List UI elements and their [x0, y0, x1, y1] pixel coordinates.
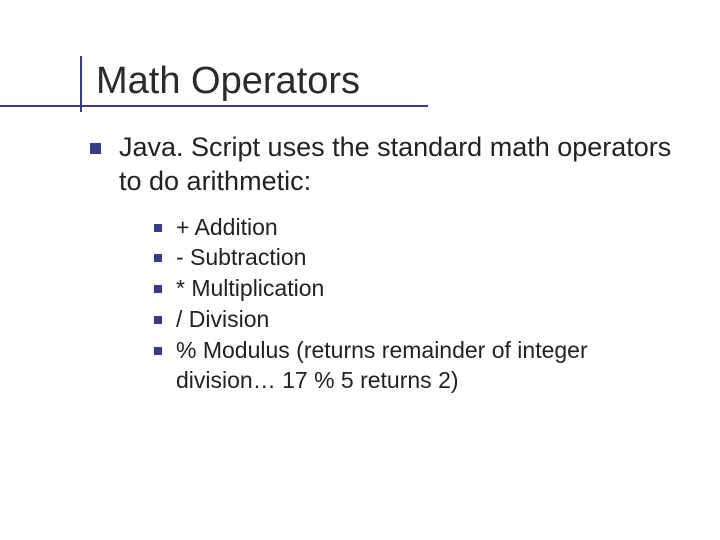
- slide: Math Operators Java. Script uses the sta…: [0, 0, 720, 540]
- square-bullet-icon: [154, 347, 162, 355]
- square-bullet-icon: [154, 316, 162, 324]
- square-bullet-icon: [154, 254, 162, 262]
- bullet-level2: + Addition: [154, 213, 680, 243]
- bullet-level2: % Modulus (returns remainder of integer …: [154, 336, 680, 396]
- slide-title: Math Operators: [90, 60, 680, 103]
- square-bullet-icon: [154, 224, 162, 232]
- bullet-text: % Modulus (returns remainder of integer …: [176, 336, 680, 396]
- bullet-level2: * Multiplication: [154, 274, 680, 304]
- slide-body: Java. Script uses the standard math oper…: [90, 131, 680, 396]
- bullet-level2: / Division: [154, 305, 680, 335]
- title-area: Math Operators: [90, 60, 680, 103]
- bullet-text: Java. Script uses the standard math oper…: [119, 131, 680, 199]
- bullet-text: * Multiplication: [176, 274, 324, 304]
- bullet-level2: - Subtraction: [154, 243, 680, 273]
- square-bullet-icon: [154, 285, 162, 293]
- bullet-text: + Addition: [176, 213, 278, 243]
- sub-bullet-list: + Addition - Subtraction * Multiplicatio…: [154, 213, 680, 396]
- title-accent-vertical: [80, 56, 82, 112]
- title-underline: [0, 105, 428, 107]
- square-bullet-icon: [90, 143, 101, 154]
- bullet-text: / Division: [176, 305, 269, 335]
- bullet-level1: Java. Script uses the standard math oper…: [90, 131, 680, 199]
- bullet-text: - Subtraction: [176, 243, 306, 273]
